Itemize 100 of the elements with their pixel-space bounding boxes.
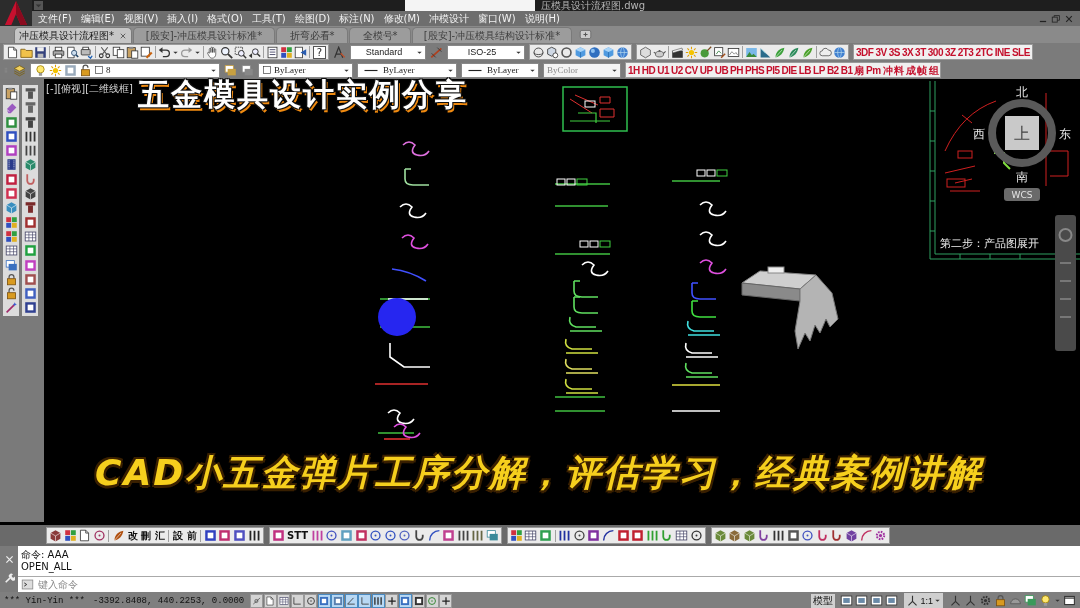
- bulb-icon[interactable]: [1039, 594, 1052, 607]
- layout-icon[interactable]: [855, 594, 869, 607]
- menu-item[interactable]: 绘图(D): [291, 12, 334, 25]
- circle-icon[interactable]: [572, 529, 586, 542]
- model-space-button[interactable]: 模型: [811, 593, 836, 608]
- bars-icon[interactable]: [558, 529, 572, 542]
- status-toggle[interactable]: [290, 593, 304, 608]
- wcs-dropdown[interactable]: WCS: [1004, 188, 1040, 201]
- sphere-icon[interactable]: [588, 45, 601, 59]
- block-icon[interactable]: [713, 529, 727, 542]
- square-tile-icon[interactable]: [4, 172, 18, 186]
- square-tile-icon[interactable]: [587, 529, 601, 542]
- command-button[interactable]: 组: [927, 63, 940, 77]
- block-icon[interactable]: [23, 158, 37, 172]
- bars-icon[interactable]: [23, 129, 37, 143]
- square-tile-icon[interactable]: [442, 529, 456, 542]
- command-button[interactable]: PH: [729, 63, 744, 77]
- square-tile-icon[interactable]: [786, 529, 800, 542]
- circle-icon[interactable]: [801, 529, 815, 542]
- document-tab[interactable]: [殷安]-冲压模具设计标准*: [133, 27, 275, 43]
- stacked-sheets-icon[interactable]: [241, 63, 254, 77]
- linetype-dropdown[interactable]: ByLayer: [357, 62, 457, 78]
- command-button[interactable]: 2T3: [956, 45, 975, 59]
- gear-icon[interactable]: [979, 594, 992, 607]
- status-toggle[interactable]: [398, 593, 412, 608]
- properties-panel-icon[interactable]: [266, 45, 279, 59]
- block-icon[interactable]: [49, 529, 62, 542]
- layout-icon[interactable]: [885, 594, 899, 607]
- menu-item[interactable]: 编辑(E): [77, 12, 118, 25]
- copy-icon[interactable]: [112, 45, 125, 59]
- magnifier-window-icon[interactable]: [234, 45, 247, 59]
- text-style-dropdown[interactable]: Standard: [350, 44, 426, 60]
- command-button[interactable]: 1H: [627, 63, 641, 77]
- color-dropdown[interactable]: ByLayer: [258, 62, 353, 78]
- annotation-scale-icon[interactable]: [949, 594, 962, 607]
- arc-icon[interactable]: [859, 529, 873, 542]
- block-icon[interactable]: [23, 187, 37, 201]
- status-toggle[interactable]: [317, 593, 331, 608]
- command-button[interactable]: PHS: [744, 63, 766, 77]
- menu-item[interactable]: 说明(H): [521, 12, 563, 25]
- command-button[interactable]: 料: [893, 63, 905, 77]
- window-icon[interactable]: [1063, 594, 1076, 607]
- circle-icon[interactable]: [689, 529, 703, 542]
- padlock-icon[interactable]: [994, 594, 1007, 607]
- command-button[interactable]: 成: [904, 63, 917, 77]
- unlocked-padlock-icon[interactable]: [4, 287, 18, 301]
- landscape-icon[interactable]: [745, 45, 758, 59]
- block-icon[interactable]: [742, 529, 756, 542]
- status-toggle[interactable]: [358, 593, 372, 608]
- status-toggle[interactable]: [385, 593, 399, 608]
- square-tile-icon[interactable]: [23, 215, 37, 229]
- picture-brush-icon[interactable]: [713, 45, 726, 59]
- command-button[interactable]: 冲: [881, 63, 894, 77]
- square-tile-icon[interactable]: [354, 529, 368, 542]
- annotation-scale-icon[interactable]: [964, 594, 977, 607]
- cube-icon[interactable]: [574, 45, 587, 59]
- square-tile-icon[interactable]: [4, 187, 18, 201]
- command-button[interactable]: 設: [171, 528, 184, 543]
- compass-label[interactable]: 东: [1059, 127, 1071, 141]
- hook-icon[interactable]: [830, 529, 844, 542]
- document-tab[interactable]: 冲压模具设计流程图*: [14, 27, 132, 43]
- document-tab[interactable]: 全模号*: [349, 27, 411, 43]
- dimension-style-dropdown[interactable]: ISO-25: [447, 44, 525, 60]
- square-tile-icon[interactable]: [23, 258, 37, 272]
- color-grid-icon[interactable]: [63, 529, 77, 542]
- circle-icon[interactable]: [369, 529, 383, 542]
- menu-item[interactable]: 窗口(W): [474, 12, 519, 25]
- hand-icon[interactable]: [206, 45, 219, 59]
- command-button[interactable]: 前: [185, 528, 198, 543]
- restore-icon[interactable]: [1051, 13, 1061, 24]
- magnifier-icon[interactable]: [220, 45, 233, 59]
- command-button[interactable]: CV: [683, 63, 699, 77]
- hexagon-magnifier-icon[interactable]: [546, 45, 559, 59]
- menu-item[interactable]: 格式(O): [204, 12, 246, 25]
- bars-icon[interactable]: [247, 529, 261, 542]
- menu-item[interactable]: 冲模设计: [425, 12, 472, 25]
- compass-label[interactable]: 南: [1016, 170, 1028, 184]
- color-grid-icon[interactable]: [509, 529, 523, 542]
- text-style-icon[interactable]: [333, 45, 346, 59]
- compass-label[interactable]: 北: [1016, 85, 1028, 99]
- circle-icon[interactable]: [383, 529, 397, 542]
- globe-icon[interactable]: [833, 45, 846, 59]
- app-logo-icon[interactable]: [0, 0, 32, 26]
- view-cube[interactable]: 上: [1005, 116, 1039, 150]
- menu-item[interactable]: 标注(N): [336, 12, 378, 25]
- color-grid-icon[interactable]: [4, 215, 18, 229]
- command-button[interactable]: SLE: [1010, 45, 1031, 59]
- close-icon[interactable]: [1064, 13, 1074, 24]
- circle-icon[interactable]: [325, 529, 339, 542]
- bars-icon[interactable]: [456, 529, 470, 542]
- leaf-icon[interactable]: [801, 45, 814, 59]
- t-shape-icon[interactable]: [23, 87, 37, 100]
- square-tile-icon[interactable]: [23, 272, 37, 286]
- table-icon[interactable]: [23, 229, 37, 243]
- square-tile-icon[interactable]: [203, 529, 217, 542]
- t-shape-icon[interactable]: [23, 101, 37, 115]
- new-tab-icon[interactable]: [579, 28, 592, 41]
- stacked-sheets-icon[interactable]: [1024, 594, 1037, 607]
- command-button[interactable]: 刪: [140, 528, 153, 543]
- status-toggle[interactable]: [304, 593, 318, 608]
